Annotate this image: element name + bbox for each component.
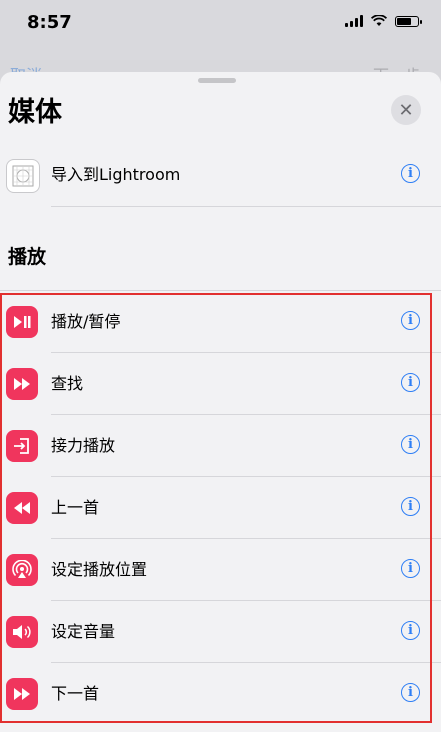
section-title-playback: 播放 xyxy=(8,246,47,268)
action-row-handoff[interactable]: 接力播放 i xyxy=(0,415,441,477)
action-label: 接力播放 xyxy=(51,436,116,455)
action-label: 设定播放位置 xyxy=(51,560,148,579)
status-bar: 8:57 取消 下一步 xyxy=(0,0,441,85)
handoff-icon xyxy=(6,430,38,462)
info-icon[interactable]: i xyxy=(401,683,420,702)
play-pause-icon xyxy=(6,306,38,338)
action-row-play-pause[interactable]: 播放/暂停 i xyxy=(0,291,441,353)
action-row-seek[interactable]: 查找 i xyxy=(0,353,441,415)
action-row-next-track[interactable]: 下一首 i xyxy=(0,663,441,725)
sheet-grabber[interactable] xyxy=(198,78,236,83)
action-label: 查找 xyxy=(51,374,84,393)
status-time: 8:57 xyxy=(27,12,72,33)
action-row-set-playback-destination[interactable]: 设定播放位置 i xyxy=(0,539,441,601)
status-icons xyxy=(345,15,422,27)
info-icon[interactable]: i xyxy=(401,311,420,330)
action-label: 上一首 xyxy=(51,498,100,517)
close-button[interactable]: ✕ xyxy=(391,95,421,125)
action-row-set-volume[interactable]: 设定音量 i xyxy=(0,601,441,663)
info-icon[interactable]: i xyxy=(401,435,420,454)
fast-forward-icon xyxy=(6,368,38,400)
action-label: 下一首 xyxy=(51,684,100,703)
rewind-icon xyxy=(6,492,38,524)
sheet-title: 媒体 xyxy=(8,97,62,128)
wifi-icon xyxy=(371,15,387,26)
divider xyxy=(51,206,441,207)
volume-icon xyxy=(6,616,38,648)
info-icon[interactable]: i xyxy=(401,373,420,392)
info-icon[interactable]: i xyxy=(401,164,420,183)
info-icon[interactable]: i xyxy=(401,621,420,640)
action-label: 播放/暂停 xyxy=(51,312,121,331)
airplay-icon xyxy=(6,554,38,586)
info-icon[interactable]: i xyxy=(401,559,420,578)
action-row-previous-track[interactable]: 上一首 i xyxy=(0,477,441,539)
media-actions-sheet: 媒体 ✕ 导入到Lightroom i 播放 播放/暂停 i 查找 i 接力播放… xyxy=(0,72,441,732)
battery-icon xyxy=(395,15,422,27)
cellular-signal-icon xyxy=(345,15,363,27)
action-label: 设定音量 xyxy=(51,622,116,641)
next-track-icon xyxy=(6,678,38,710)
info-icon[interactable]: i xyxy=(401,497,420,516)
action-row-import-lightroom[interactable]: 导入到Lightroom i xyxy=(0,144,441,206)
lightroom-icon xyxy=(6,159,40,193)
action-label: 导入到Lightroom xyxy=(51,165,181,184)
